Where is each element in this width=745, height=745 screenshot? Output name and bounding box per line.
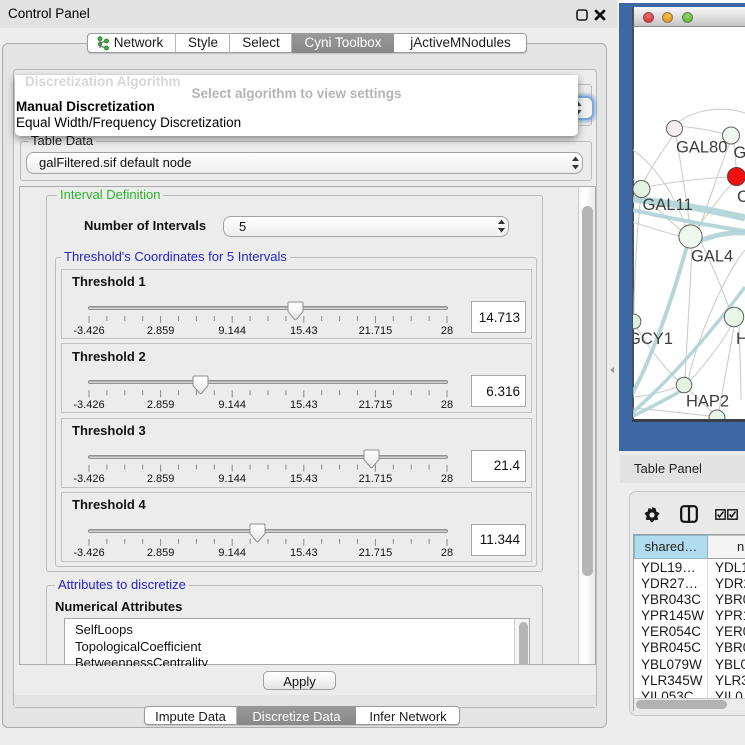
svg-text:H: H <box>736 330 745 348</box>
svg-text:GAL80: GAL80 <box>676 139 727 157</box>
svg-text:GA: GA <box>734 144 745 162</box>
svg-text:GAL4: GAL4 <box>691 248 733 266</box>
svg-text:GCY1: GCY1 <box>633 330 673 348</box>
svg-text:HAP2: HAP2 <box>686 393 729 411</box>
svg-text:GAL11: GAL11 <box>643 196 693 214</box>
svg-text:CY: CY <box>737 188 745 206</box>
